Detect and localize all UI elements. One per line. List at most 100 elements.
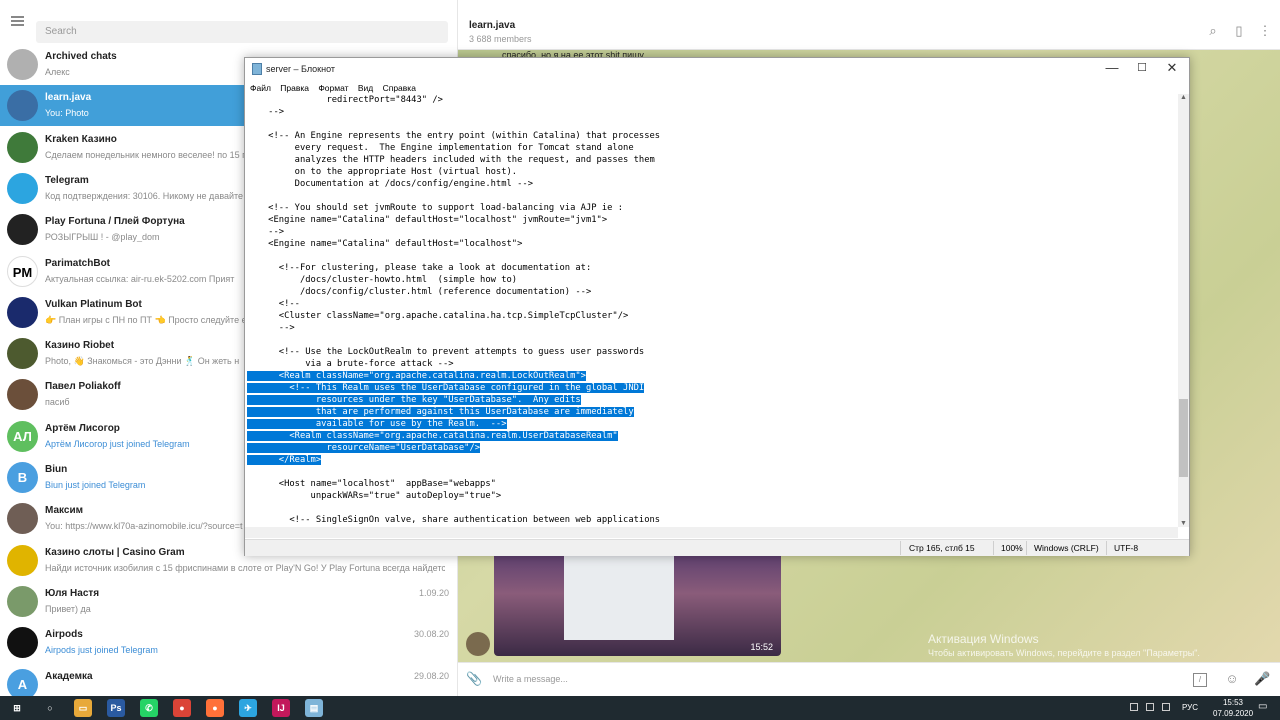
chat-avatar [7,131,38,163]
group-title: learn.java [469,20,516,31]
line-text: /docs/cluster-howto.html (simple how to) [247,275,518,285]
message-input[interactable]: Write a message... [493,674,568,684]
message-composer: 📎 Write a message... / ☺ 🎤 [458,662,1280,696]
chat-name: Play Fortuna / Плей Фортуна [45,216,185,228]
selected-text: <!-- This Realm uses the UserDatabase co… [247,383,645,393]
video-preview [564,552,674,640]
chat-name: learn.java [45,92,92,104]
selected-text: resourceName="UserDatabase"/> [247,443,481,453]
windows-taskbar: ⊞ ○ ▭ Ps ✆ ● ● ✈ IJ ▤ РУС 15:53 07.09.2020 ▭ [0,696,1280,720]
menu-format[interactable]: Формат [318,81,348,95]
microphone-icon[interactable]: 🎤 [1254,671,1270,687]
chat-list-header: Search [0,0,457,44]
firefox-icon[interactable]: ● [206,699,224,717]
line-text: <!-- An Engine represents the entry poin… [247,131,661,141]
search-icon[interactable]: ○ [41,699,59,717]
line-text: Documentation at /docs/config/engine.htm… [247,179,533,189]
chat-name: Vulkan Platinum Bot [45,298,142,310]
whatsapp-icon[interactable]: ✆ [140,699,158,717]
menu-file[interactable]: Файл [250,81,271,95]
maximize-button[interactable]: ☐ [1127,58,1157,80]
chrome-icon[interactable]: ● [173,699,191,717]
scrollbar-thumb[interactable] [1179,399,1188,477]
tray-icon[interactable] [1162,703,1170,711]
text-line: /docs/config/cluster.html (reference doc… [247,286,1177,298]
windows-activation-title: Активация Windows [928,632,1039,646]
text-line [247,118,1177,130]
chat-avatar: A [7,668,38,696]
chat-name: Артём Лисогор [45,422,120,434]
chat-name: ParimatchBot [45,257,111,269]
notepad-icon[interactable]: ▤ [305,699,323,717]
photoshop-icon[interactable]: Ps [107,699,125,717]
cursor-position: Стр 165, стлб 15 [909,543,975,553]
line-text: <Engine name="Catalina" defaultHost="loc… [247,239,523,249]
close-button[interactable]: ✕ [1157,58,1187,80]
chat-name: Казино Riobet [45,340,115,352]
sidebar-toggle-icon[interactable]: ▯ [1232,24,1246,38]
title-bar[interactable]: server – Блокнот — ☐ ✕ [245,58,1189,80]
chat-last-message: Привет) да [45,603,91,614]
clock-date: 07.09.2020 [1213,709,1254,718]
tray-icon[interactable] [1146,703,1154,711]
message-time: 15:52 [750,642,773,652]
line-text: redirectPort="8443" /> [247,95,443,105]
file-explorer-icon[interactable]: ▭ [74,699,92,717]
zoom-level: 100% [1001,543,1023,553]
line-text: unpackWARs="true" autoDeploy="true"> [247,491,502,501]
start-icon[interactable]: ⊞ [8,699,26,717]
menu-view[interactable]: Вид [358,81,373,95]
menu-edit[interactable]: Правка [280,81,309,95]
text-line: unpackWARs="true" autoDeploy="true"> [247,490,1177,502]
chat-avatar [7,90,38,122]
commands-icon[interactable]: / [1193,673,1207,687]
horizontal-scrollbar[interactable] [245,527,1178,538]
text-line [247,250,1177,262]
chat-avatar [7,379,38,411]
attach-icon[interactable]: 📎 [466,671,482,687]
telegram-icon[interactable]: ✈ [239,699,257,717]
clock-time: 15:53 [1222,698,1244,707]
encoding: UTF-8 [1114,543,1139,553]
video-message[interactable]: 15:52 [494,552,781,656]
line-text: <!-- You should set jvmRoute to support … [247,203,624,213]
emoji-icon[interactable]: ☺ [1224,671,1240,687]
notifications-icon[interactable]: ▭ [1258,701,1270,713]
line-text: --> [247,227,285,237]
chat-list-item[interactable]: Юля Настя Привет) да 1.09.20 [0,581,457,622]
text-line: analyzes the HTTP headers included with … [247,154,1177,166]
vertical-scrollbar[interactable]: ▲ ▼ [1178,94,1189,527]
chat-name: Airpods [45,629,83,641]
minimize-button[interactable]: — [1097,58,1127,80]
search-input[interactable]: Search [36,21,448,43]
text-line: --> [247,322,1177,334]
window-title: server – Блокнот [266,64,336,74]
text-line: resources under the key "UserDatabase". … [247,394,1177,406]
text-line: that are performed against this UserData… [247,406,1177,418]
sender-avatar[interactable] [466,632,490,656]
text-line: --> [247,106,1177,118]
intellij-icon[interactable]: IJ [272,699,290,717]
input-language[interactable]: РУС [1182,703,1198,712]
clock[interactable]: 15:53 07.09.2020 [1213,697,1253,719]
more-options-icon[interactable]: ⋮ [1258,24,1272,38]
chat-header[interactable]: learn.java 3 688 members ⌕ ▯ ⋮ [458,0,1280,50]
search-icon[interactable]: ⌕ [1206,24,1220,38]
line-text: <Cluster className="org.apache.catalina.… [247,311,629,321]
text-line: <!--For clustering, please take a look a… [247,262,1177,274]
text-editor-area[interactable]: redirectPort="8443" /> --> <!-- An Engin… [247,94,1177,527]
chat-avatar: B [7,462,38,493]
chat-date: 29.08.20 [413,670,449,681]
chat-list-item[interactable]: A Академка 29.08.20 [0,664,457,696]
tray-icon[interactable] [1130,703,1138,711]
scroll-down-icon[interactable]: ▼ [1178,520,1189,527]
chat-avatar [7,214,38,246]
scroll-up-icon[interactable]: ▲ [1178,94,1189,101]
chat-date: 1.09.20 [418,587,449,598]
text-line: resourceName="UserDatabase"/> [247,442,1177,454]
line-text: --> [247,323,295,333]
menu-help[interactable]: Справка [383,81,416,95]
hamburger-menu-icon[interactable] [11,16,24,26]
chat-last-message: Airpods just joined Telegram [45,645,158,656]
chat-list-item[interactable]: Airpods Airpods just joined Telegram 30.08… [0,622,457,663]
